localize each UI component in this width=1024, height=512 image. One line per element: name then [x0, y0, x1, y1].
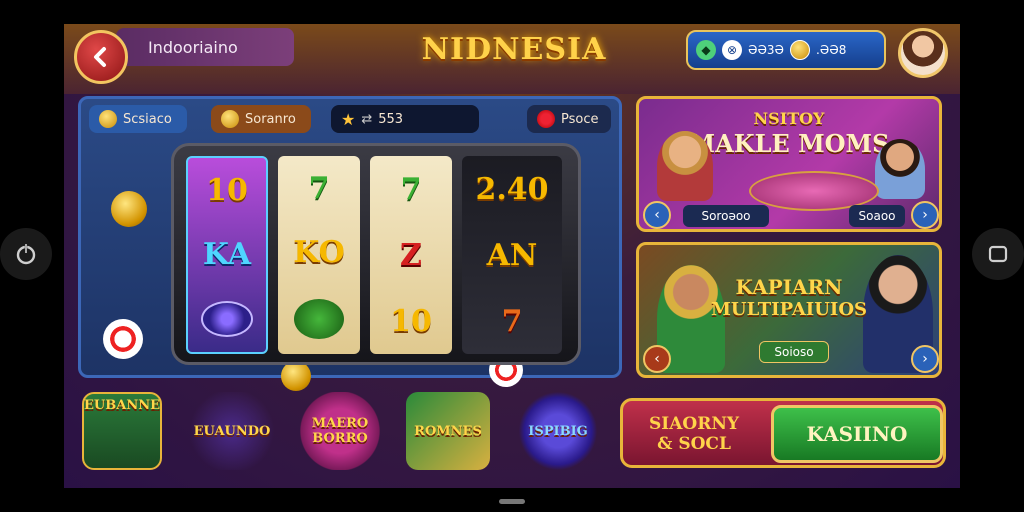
chip-decoration	[103, 319, 143, 359]
card2-title-line1: KAPIARN	[735, 275, 843, 299]
card1-button[interactable]: Soroəoo	[683, 205, 769, 227]
social-line-1: SIAORNY	[648, 413, 740, 434]
balance-pill: ★ ⇄ 553	[331, 105, 479, 133]
card2-prev-button[interactable]: ‹	[643, 345, 671, 373]
social-button[interactable]: SIAORNY & SOCL	[631, 407, 757, 461]
status-pill[interactable]: ◆ ⊗ ƏƏ3Ə .ƏƏ8	[686, 30, 886, 70]
power-icon	[16, 244, 36, 265]
coin-icon	[221, 110, 239, 128]
coin-icon	[99, 110, 117, 128]
square-icon	[988, 245, 1008, 263]
game-icon-5-label: ISPIBIG	[528, 423, 588, 439]
overview-button[interactable]	[972, 228, 1024, 280]
card1-prev-button[interactable]: ‹	[643, 201, 671, 229]
social-line-2: & SOCL	[657, 434, 731, 454]
reel-symbol: 10	[390, 303, 432, 339]
pill-left-label: Scsiaco	[123, 111, 172, 127]
gem-symbol	[294, 299, 344, 340]
card2-button[interactable]: Soioso	[759, 341, 829, 363]
game-icon-1[interactable]: EUBANNE	[82, 392, 162, 470]
reel-2: 7 KO	[278, 156, 360, 354]
star-icon: ★	[341, 109, 356, 129]
reel-symbol: KO	[293, 234, 345, 270]
game-icon-5[interactable]: ISPIBIG	[518, 392, 598, 470]
game-icon-4-label: ROMNES	[414, 423, 482, 439]
reel-symbol: AN	[486, 237, 538, 273]
card1-next-button[interactable]: ›	[911, 201, 939, 229]
back-arrow-icon	[94, 47, 106, 67]
kasino-button[interactable]: KASIINO	[771, 405, 943, 463]
reel-3: 7 Z 10	[370, 156, 452, 354]
power-button[interactable]	[0, 228, 52, 280]
home-indicator[interactable]	[499, 499, 525, 504]
card2-button-label: Soioso	[774, 345, 814, 359]
game-icon-4[interactable]: ROMNES	[406, 392, 490, 470]
reel-symbol: 2.40	[475, 171, 549, 207]
pill-mid-label: Soranro	[245, 111, 296, 127]
back-button[interactable]	[74, 30, 128, 84]
promo-card-2[interactable]: KAPIARN MULTIPAIUIOS Soioso ‹ ›	[636, 242, 942, 378]
card1-button-2[interactable]: Soaoo	[849, 205, 905, 227]
kasino-label: KASIINO	[806, 422, 908, 446]
reel-symbol: 7	[501, 303, 523, 339]
pill-mid[interactable]: Soranro	[211, 105, 311, 133]
status-value-2: .ƏƏ8	[815, 43, 847, 57]
coin-decoration	[111, 191, 147, 227]
game-icon-1-label: EUBANNE	[84, 398, 160, 413]
reel-4: 2.40 AN 7	[462, 156, 562, 354]
reel-1: 10 KA	[186, 156, 268, 354]
card1-button-label: Soroəoo	[701, 209, 751, 223]
pill-left[interactable]: Scsiaco	[89, 105, 187, 133]
reel-symbol: Z	[400, 237, 422, 273]
game-title: NIDNESIA	[421, 32, 607, 67]
reel-symbol: 7	[400, 171, 422, 207]
status-value-1: ƏƏ3Ə	[748, 43, 784, 57]
promo-card-1[interactable]: NSITOY MAKLE MOMS Soroəoo Soaoo ‹ ›	[636, 96, 942, 232]
game-screen: Indooriaino NIDNESIA ◆ ⊗ ƏƏ3Ə .ƏƏ8 Scsia…	[64, 24, 960, 488]
gem-icon: ◆	[696, 40, 716, 60]
person-illustration	[875, 139, 925, 199]
game-icon-3[interactable]: MAERO BORRO	[300, 392, 380, 470]
slot-panel: Scsiaco Soranro ★ ⇄ 553 Psoce 10 KA 7 KO…	[78, 96, 622, 391]
action-bar: SIAORNY & SOCL KASIINO	[620, 398, 946, 468]
reel-symbol: 10	[206, 172, 248, 208]
pill-right-label: Psoce	[561, 111, 599, 127]
coin-decoration	[281, 361, 311, 391]
game-icon-2[interactable]: EUAUNDO	[186, 392, 278, 470]
title-pill: Indooriaino	[116, 28, 294, 66]
title-pill-text: Indooriaino	[148, 37, 238, 57]
card2-title-line2: MULTIPAIUIOS	[710, 299, 868, 320]
coin-icon	[789, 40, 810, 60]
slot-machine[interactable]: 10 KA 7 KO 7 Z 10 2.40 AN 7	[171, 143, 581, 365]
card2-next-button[interactable]: ›	[911, 345, 939, 373]
reel-symbol: KA	[202, 236, 252, 272]
game-icon-2-label: EUAUNDO	[193, 423, 271, 439]
game-icon-3-label: MAERO BORRO	[311, 416, 369, 446]
swirl-icon: ⊗	[722, 40, 742, 60]
arrows-icon: ⇄	[361, 111, 373, 127]
pill-right[interactable]: Psoce	[527, 105, 611, 133]
person-illustration	[657, 131, 713, 201]
reel-symbol: 7	[308, 170, 330, 206]
swirl-symbol	[201, 301, 253, 338]
card1-button-2-label: Soaoo	[858, 209, 896, 223]
spade-icon	[537, 110, 555, 128]
card1-title-line1: NSITOY	[753, 109, 825, 128]
balance-value: 553	[378, 111, 404, 127]
avatar[interactable]	[898, 28, 948, 78]
